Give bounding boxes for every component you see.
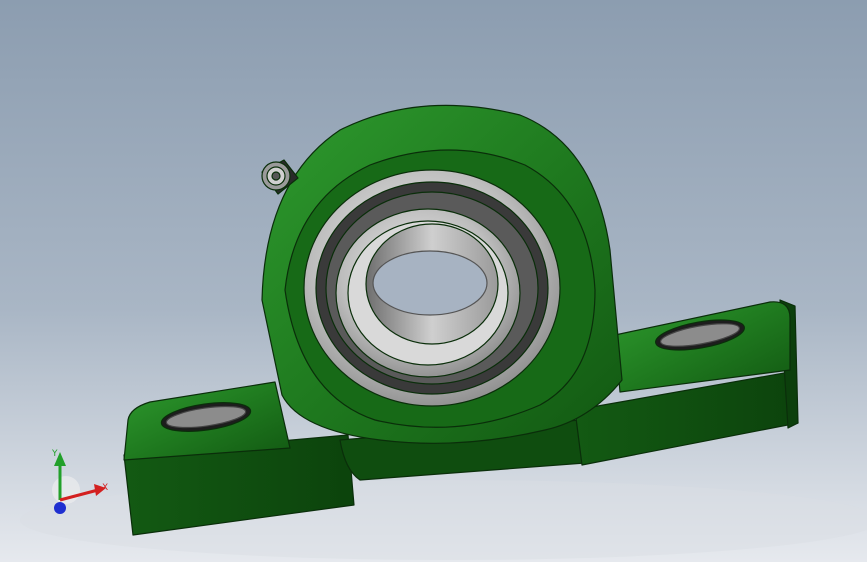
y-axis-label: Y (51, 449, 58, 459)
bore-opening (372, 250, 488, 316)
3d-viewport[interactable]: Y X (0, 0, 867, 562)
bearing-model[interactable] (123, 104, 799, 536)
x-axis-label: X (102, 483, 108, 493)
z-axis-dot (54, 502, 66, 514)
